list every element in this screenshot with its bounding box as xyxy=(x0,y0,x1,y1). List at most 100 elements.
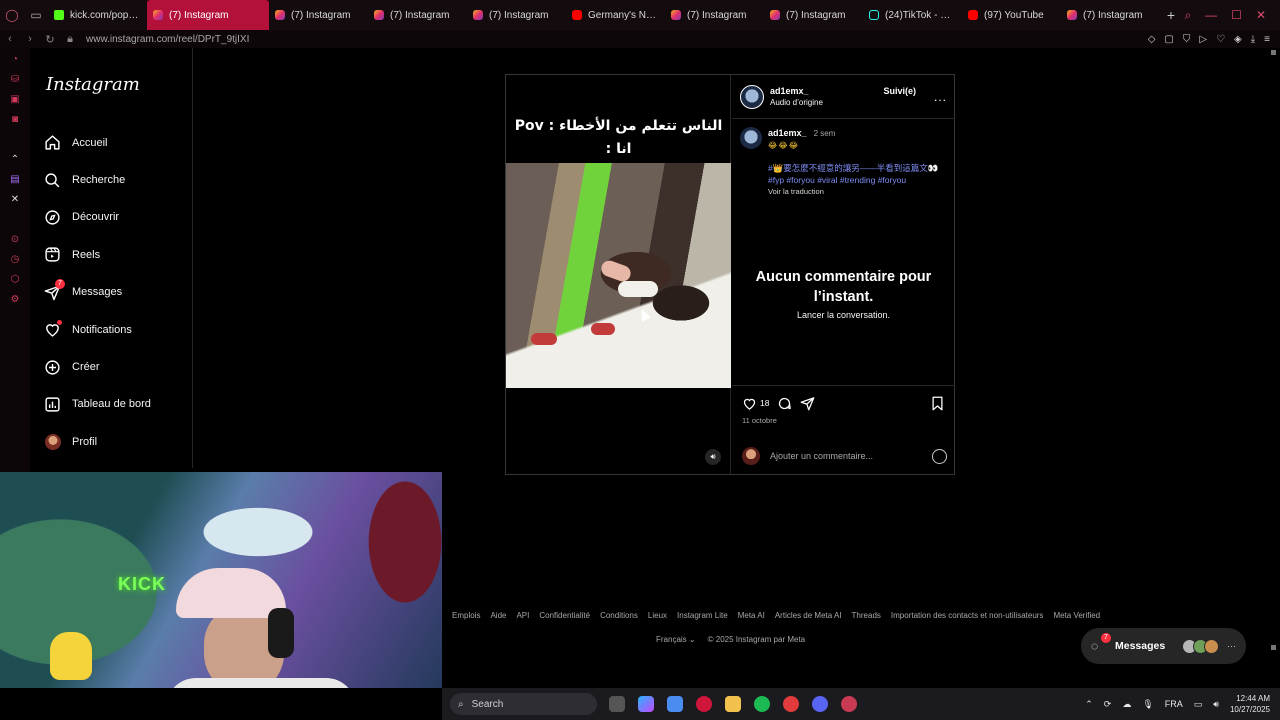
hashtag-link[interactable]: #trending xyxy=(840,175,875,185)
browser-tab[interactable]: (7) Instagram xyxy=(1061,0,1160,30)
mic-icon[interactable]: 🎙︎ xyxy=(1142,699,1153,710)
reel-video[interactable]: الناس تتعلم من الأخطاء : Pov انا : 🔊︎ xyxy=(506,75,731,474)
footer-link[interactable]: Emplois xyxy=(452,611,480,620)
player-icon[interactable]: ⊙ xyxy=(9,234,21,246)
minimize-icon[interactable]: — xyxy=(1205,8,1217,23)
browser-tab[interactable]: Germany's Next T xyxy=(566,0,665,30)
taskbar-search[interactable]: ⌕ Search xyxy=(450,693,597,715)
task-view-icon[interactable] xyxy=(609,696,625,712)
spotify-icon[interactable] xyxy=(754,696,770,712)
copilot-icon[interactable] xyxy=(638,696,654,712)
footer-link[interactable]: Conditions xyxy=(600,611,638,620)
browser-tab[interactable]: (7) Instagram xyxy=(368,0,467,30)
menu-icon[interactable]: ≡ xyxy=(1264,34,1270,45)
author-avatar[interactable] xyxy=(740,84,764,109)
heart-icon[interactable]: ♡ xyxy=(1216,34,1225,45)
messenger-icon[interactable]: ▣ xyxy=(9,94,21,106)
save-bookmark-icon[interactable] xyxy=(930,396,945,411)
history-icon[interactable]: ◷ xyxy=(9,254,21,266)
url-field[interactable]: www.instagram.com/reel/DPrT_9tjIXI xyxy=(86,34,249,45)
back-icon[interactable]: ‹ xyxy=(0,33,20,45)
following-button[interactable]: Suivi(e) xyxy=(883,86,916,96)
clock[interactable]: 12:44 AM 10/27/2025 xyxy=(1230,693,1270,715)
reload-icon[interactable]: ↻ xyxy=(40,33,60,46)
kick-icon[interactable]: ⌃ xyxy=(9,154,21,166)
browser-tab[interactable]: kick.com/popout/ xyxy=(48,0,147,30)
footer-link[interactable]: Instagram Lite xyxy=(677,611,728,620)
network-icon[interactable]: ☁ xyxy=(1122,699,1131,710)
aria-icon[interactable]: ◔ xyxy=(9,54,21,66)
hashtag-link[interactable]: #foryou xyxy=(878,175,906,185)
keyboard-language[interactable]: FRA xyxy=(1165,699,1183,709)
hashtag-link[interactable]: #fyp xyxy=(768,175,784,185)
nav-item-découvrir[interactable]: Découvrir xyxy=(44,199,151,236)
footer-link[interactable]: Importation des contacts et non-utilisat… xyxy=(891,611,1044,620)
footer-link[interactable]: Aide xyxy=(490,611,506,620)
forward-icon[interactable]: › xyxy=(20,33,40,45)
tab-menu-icon[interactable]: ▭ xyxy=(24,0,48,30)
footer-link[interactable]: Meta Verified xyxy=(1053,611,1100,620)
scroll-up-arrow[interactable] xyxy=(1271,50,1276,55)
audio-label[interactable]: Audio d’origine xyxy=(770,98,823,107)
new-tab-button[interactable]: + xyxy=(1160,7,1182,23)
mute-icon[interactable]: 🔊︎ xyxy=(705,449,721,465)
close-icon[interactable]: ✕ xyxy=(1256,8,1266,23)
nav-item-accueil[interactable]: Accueil xyxy=(44,124,151,161)
flow-icon[interactable]: ⛁ xyxy=(9,74,21,86)
discord-icon[interactable] xyxy=(812,696,828,712)
shield-icon[interactable]: ⛉ xyxy=(1183,34,1191,45)
bookmark-icon[interactable]: ◇ xyxy=(1148,34,1156,45)
emoji-icon[interactable] xyxy=(932,448,947,464)
like-heart-icon[interactable] xyxy=(742,396,757,411)
footer-link[interactable]: Threads xyxy=(852,611,881,620)
download-icon[interactable]: ⤓ xyxy=(1251,34,1255,45)
share-icon[interactable] xyxy=(800,396,815,411)
footer-link[interactable]: Lieux xyxy=(648,611,667,620)
browser-tab[interactable]: (7) Instagram xyxy=(269,0,368,30)
extensions-icon[interactable]: ◈ xyxy=(1234,34,1242,45)
snapshot-icon[interactable]: ▢ xyxy=(1164,34,1173,45)
search-tabs-icon[interactable]: ⌕ xyxy=(1184,8,1191,23)
app-icon[interactable] xyxy=(783,696,799,712)
nav-item-tableau-de-bord[interactable]: Tableau de bord xyxy=(44,386,151,423)
nav-item-messages[interactable]: 7 Messages xyxy=(44,274,151,311)
store-icon[interactable] xyxy=(667,696,683,712)
folder-icon[interactable] xyxy=(725,696,741,712)
sync-icon[interactable]: ⟳ xyxy=(1104,699,1112,710)
comment-input[interactable]: Ajouter un commentaire... xyxy=(770,451,873,461)
browser-tab[interactable]: (97) YouTube xyxy=(962,0,1061,30)
whatsapp-icon[interactable]: ◙ xyxy=(9,114,21,126)
opera-icon[interactable] xyxy=(696,696,712,712)
author-username[interactable]: ad1emx_ xyxy=(770,86,823,96)
player-icon[interactable]: ▷ xyxy=(1199,34,1207,45)
browser-tab[interactable]: (7) Instagram xyxy=(467,0,566,30)
nav-item-profil[interactable]: Profil xyxy=(44,423,151,460)
volume-icon[interactable]: 🔊︎ xyxy=(1213,699,1219,710)
nav-item-notifications[interactable]: Notifications xyxy=(44,311,151,348)
settings-icon[interactable]: ⚙ xyxy=(9,294,21,306)
footer-link[interactable]: Confidentialité xyxy=(539,611,590,620)
browser-tab[interactable]: (7) Instagram xyxy=(665,0,764,30)
nav-item-créer[interactable]: Créer xyxy=(44,348,151,385)
browser-tab[interactable]: (24)TikTok - Mak xyxy=(863,0,962,30)
cube-icon[interactable]: ⬡ xyxy=(9,274,21,286)
footer-link[interactable]: Meta AI xyxy=(738,611,765,620)
comment-icon[interactable] xyxy=(777,396,792,411)
hashtag-link[interactable]: #viral xyxy=(817,175,837,185)
scroll-down-arrow[interactable] xyxy=(1271,645,1276,650)
instagram-logo[interactable]: Instagram xyxy=(46,74,140,95)
chevron-up-icon[interactable]: ⌃ xyxy=(1085,699,1093,710)
footer-link[interactable]: API xyxy=(516,611,529,620)
likes-count[interactable]: 18 xyxy=(760,398,769,408)
nav-item-recherche[interactable]: Recherche xyxy=(44,161,151,198)
twitch-icon[interactable]: ▤ xyxy=(9,174,21,186)
messages-pill[interactable]: ◌ 7 Messages ··· xyxy=(1081,628,1246,664)
x-icon[interactable]: ✕ xyxy=(9,194,21,206)
maximize-icon[interactable]: ☐ xyxy=(1231,8,1242,23)
caption-username[interactable]: ad1emx_ xyxy=(768,128,807,138)
browser-tab[interactable]: (7) Instagram xyxy=(764,0,863,30)
opera-logo-icon[interactable]: ◯ xyxy=(0,0,24,30)
see-translation-link[interactable]: Voir la traduction xyxy=(768,187,950,196)
more-icon[interactable]: ··· xyxy=(1227,641,1236,651)
language-selector[interactable]: Français ⌄ xyxy=(656,635,696,644)
